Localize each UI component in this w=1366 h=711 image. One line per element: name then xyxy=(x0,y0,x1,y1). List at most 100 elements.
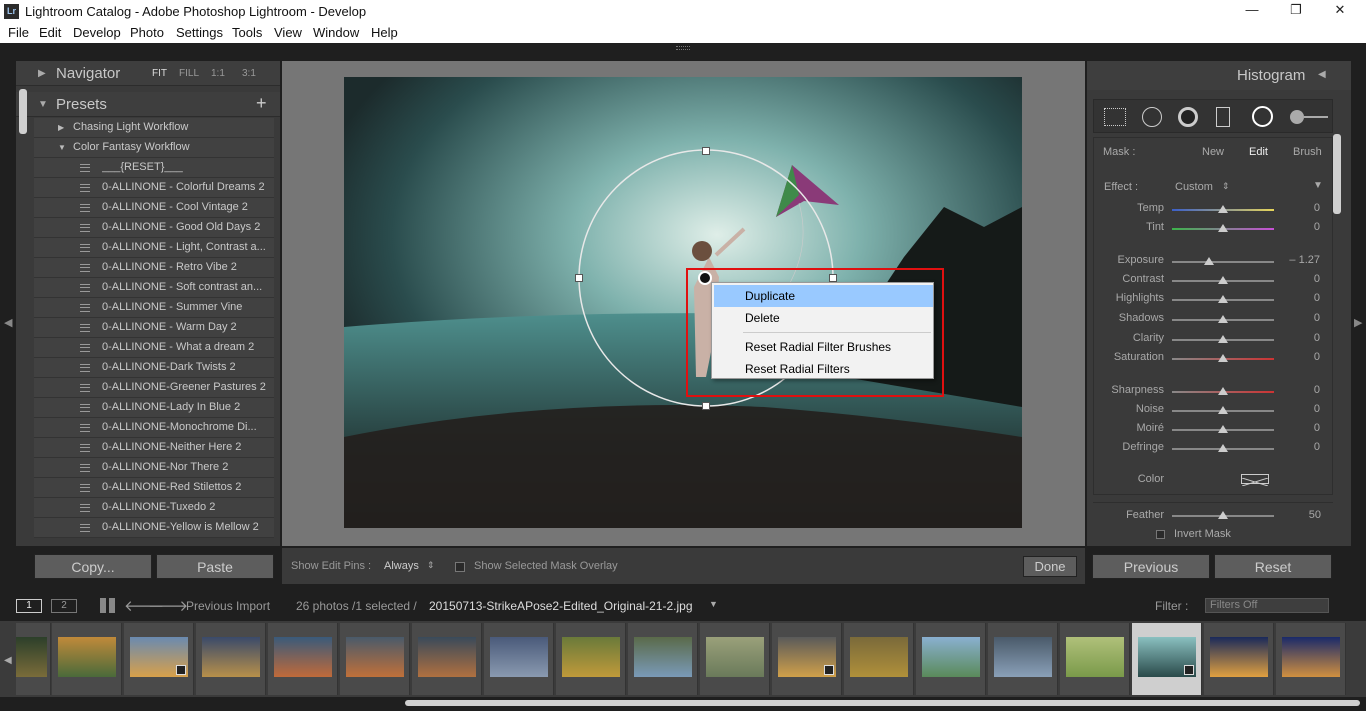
filmstrip-thumbnail[interactable] xyxy=(124,623,194,695)
preset-item[interactable]: 0-ALLINONE - Light, Contrast a... xyxy=(34,238,274,258)
preset-item[interactable]: 0-ALLINONE-Neither Here 2 xyxy=(34,438,274,458)
collapse-left-triangle-icon[interactable]: ◀ xyxy=(1318,69,1326,80)
filmstrip-thumbnail[interactable] xyxy=(52,623,122,695)
adjustment-slider[interactable] xyxy=(1172,315,1274,323)
adjustment-slider[interactable] xyxy=(1172,257,1274,265)
filmstrip-thumbnail[interactable] xyxy=(844,623,914,695)
menu-develop[interactable]: Develop xyxy=(73,25,121,40)
slider-value[interactable]: 0 xyxy=(1280,292,1320,304)
feather-value[interactable]: 50 xyxy=(1281,509,1321,521)
forward-arrow-icon[interactable]: 🡒 xyxy=(148,596,188,615)
slider-value[interactable]: 0 xyxy=(1280,273,1320,285)
left-scrollbar[interactable] xyxy=(19,89,27,134)
previous-button[interactable]: Previous xyxy=(1092,554,1210,579)
preset-item[interactable]: 0-ALLINONE-Nor There 2 xyxy=(34,458,274,478)
menu-window[interactable]: Window xyxy=(313,25,359,40)
red-eye-icon[interactable] xyxy=(1178,107,1198,127)
slider-value[interactable]: 0 xyxy=(1280,312,1320,324)
effect-dropdown[interactable]: Custom xyxy=(1175,181,1213,193)
slider-value[interactable]: 0 xyxy=(1280,422,1320,434)
slider-thumb[interactable] xyxy=(1218,315,1228,323)
adjustment-slider[interactable] xyxy=(1172,354,1274,362)
slider-thumb[interactable] xyxy=(1218,354,1228,362)
preset-item[interactable]: 0-ALLINONE - Soft contrast an... xyxy=(34,278,274,298)
menu-help[interactable]: Help xyxy=(371,25,398,40)
restore-icon[interactable]: ❐ xyxy=(1276,2,1316,21)
feather-slider-thumb[interactable] xyxy=(1218,511,1228,519)
copy-button[interactable]: Copy... xyxy=(34,554,152,579)
slider-value[interactable]: 0 xyxy=(1280,384,1320,396)
slider-value[interactable]: 0 xyxy=(1280,221,1320,233)
slider-thumb[interactable] xyxy=(1218,224,1228,232)
filmstrip-thumbnail[interactable] xyxy=(988,623,1058,695)
preset-item[interactable]: 0-ALLINONE-Greener Pastures 2 xyxy=(34,378,274,398)
filmstrip-scrollbar[interactable] xyxy=(405,700,1360,706)
slider-thumb[interactable] xyxy=(1203,257,1214,265)
main-window-button[interactable]: 1 xyxy=(16,599,42,613)
adjustment-slider[interactable] xyxy=(1172,205,1274,213)
radial-handle-left[interactable] xyxy=(575,274,583,282)
right-panel-toggle-icon[interactable]: ▶ xyxy=(1354,316,1362,329)
preset-item[interactable]: 0-ALLINONE - Good Old Days 2 xyxy=(34,218,274,238)
menu-tools[interactable]: Tools xyxy=(232,25,262,40)
slider-value[interactable]: 0 xyxy=(1280,403,1320,415)
filmstrip-thumbnail[interactable] xyxy=(916,623,986,695)
done-button[interactable]: Done xyxy=(1023,556,1077,577)
mask-new-button[interactable]: New xyxy=(1202,146,1224,158)
filmstrip-thumbnail[interactable] xyxy=(412,623,482,695)
filmstrip-thumbnail[interactable] xyxy=(340,623,410,695)
adjustment-slider[interactable] xyxy=(1172,444,1274,452)
preset-item[interactable]: 0-ALLINONE - Colorful Dreams 2 xyxy=(34,178,274,198)
filmstrip-thumbnail[interactable] xyxy=(556,623,626,695)
filter-dropdown[interactable]: Filters Off xyxy=(1205,598,1329,613)
slider-thumb[interactable] xyxy=(1218,205,1228,213)
top-panel-toggle-icon[interactable] xyxy=(676,46,690,50)
minimize-icon[interactable]: — xyxy=(1232,2,1272,21)
paste-button[interactable]: Paste xyxy=(156,554,274,579)
menu-item-duplicate[interactable]: Duplicate xyxy=(714,285,933,307)
menu-item-reset-filters[interactable]: Reset Radial Filters xyxy=(714,358,933,380)
slider-value[interactable]: 0 xyxy=(1280,202,1320,214)
preset-item[interactable]: ___{RESET}___ xyxy=(34,158,274,178)
second-window-button[interactable]: 2 xyxy=(51,599,77,613)
slider-thumb[interactable] xyxy=(1218,335,1228,343)
graduated-filter-icon[interactable] xyxy=(1216,107,1230,127)
preset-item[interactable]: 0-ALLINONE-Monochrome Di... xyxy=(34,418,274,438)
slider-value[interactable]: – 1.27 xyxy=(1280,254,1320,266)
menu-item-delete[interactable]: Delete xyxy=(714,307,933,329)
slider-thumb[interactable] xyxy=(1218,444,1228,452)
menu-file[interactable]: File xyxy=(8,25,29,40)
adjustment-slider[interactable] xyxy=(1172,406,1274,414)
filmstrip-left-icon[interactable]: ◀ xyxy=(4,655,12,666)
adjustment-slider[interactable] xyxy=(1172,276,1274,284)
slider-value[interactable]: 0 xyxy=(1280,332,1320,344)
filmstrip-thumbnail[interactable] xyxy=(772,623,842,695)
feather-slider[interactable] xyxy=(1172,511,1274,519)
color-swatch-empty-icon[interactable] xyxy=(1241,474,1269,487)
slider-thumb[interactable] xyxy=(1218,406,1228,414)
filmstrip-thumbnail[interactable] xyxy=(1276,623,1346,695)
slider-value[interactable]: 0 xyxy=(1280,441,1320,453)
slider-thumb[interactable] xyxy=(1218,276,1228,284)
preset-item[interactable]: 0-ALLINONE-Red Stilettos 2 xyxy=(34,478,274,498)
adjustment-slider[interactable] xyxy=(1172,335,1274,343)
radial-handle-bottom[interactable] xyxy=(702,402,710,410)
close-icon[interactable]: ✕ xyxy=(1320,2,1360,21)
filmstrip-thumbnail[interactable] xyxy=(484,623,554,695)
crop-tool-icon[interactable] xyxy=(1104,108,1126,126)
slider-thumb[interactable] xyxy=(1218,425,1228,433)
slider-value[interactable]: 0 xyxy=(1280,351,1320,363)
preset-item[interactable]: 0-ALLINONE-Dark Twists 2 xyxy=(34,358,274,378)
invert-mask-checkbox[interactable] xyxy=(1156,530,1165,539)
radial-filter-icon[interactable] xyxy=(1252,106,1273,127)
reset-button[interactable]: Reset xyxy=(1214,554,1332,579)
preset-item[interactable]: 0-ALLINONE - Summer Vine xyxy=(34,298,274,318)
left-panel-toggle-icon[interactable]: ◀ xyxy=(4,316,12,329)
mask-brush-button[interactable]: Brush xyxy=(1293,146,1322,158)
source-label[interactable]: Previous Import xyxy=(186,599,270,613)
adjustment-brush-icon[interactable] xyxy=(1290,110,1304,124)
adjustment-slider[interactable] xyxy=(1172,224,1274,232)
right-scrollbar[interactable] xyxy=(1333,134,1341,214)
preset-item[interactable]: 0-ALLINONE - What a dream 2 xyxy=(34,338,274,358)
dropdown-arrows-icon[interactable]: ⇕ xyxy=(1222,181,1230,192)
